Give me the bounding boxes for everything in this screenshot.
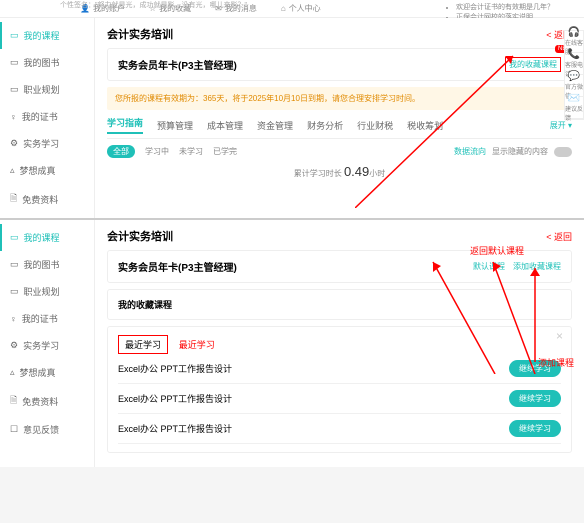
- sidebar-item-books[interactable]: ▭ 我的图书: [0, 251, 94, 278]
- recent-study-label: 最近学习: [179, 340, 215, 350]
- back-link[interactable]: < 返回: [546, 230, 572, 243]
- sidebar-2: ▭ 我的课程 ▭ 我的图书 ▭ 职业规划 ♀ 我的证书 ⚙ 实务学习 ▵ 梦想成…: [0, 220, 95, 467]
- study-tabs: 学习指南 预算管理 成本管理 资金管理 财务分析 行业财税 税收筹划 展开 ▾: [107, 116, 572, 139]
- sidebar-item-career[interactable]: ▭ 职业规划: [0, 76, 94, 103]
- continue-btn[interactable]: 继续学习: [509, 390, 561, 407]
- float-icons: 🎧在线客服 📞客服电话 💬官方微信 ✉️建议反馈: [564, 30, 584, 120]
- recent-study-box: 最近学习: [118, 335, 168, 354]
- signature: 个性签名："努力就是光，成功就是影。没有光，哪儿来影？": [60, 0, 247, 10]
- tab-fund[interactable]: 资金管理: [257, 119, 293, 132]
- filter-done[interactable]: 已学完: [213, 146, 237, 157]
- tab-guide[interactable]: 学习指南: [107, 116, 143, 134]
- page-title: 会计实务培训: [107, 228, 173, 244]
- section-2: ▭ 我的课程 ▭ 我的图书 ▭ 职业规划 ♀ 我的证书 ⚙ 实务学习 ▵ 梦想成…: [0, 218, 584, 467]
- section-1: ▭ 我的课程 ▭ 我的图书 ▭ 职业规划 ♀ 我的证书 ⚙ 实务学习 ▵ 梦想成…: [0, 18, 584, 218]
- continue-btn[interactable]: 继续学习: [509, 360, 561, 377]
- sidebar-item-free[interactable]: 🗎 免费资料: [0, 386, 94, 416]
- float-feedback[interactable]: ✉️建议反馈: [565, 97, 583, 119]
- page-title: 会计实务培训: [107, 26, 173, 42]
- member-name: 实务会员年卡(P3主管经理): [118, 259, 237, 274]
- main-2: 会计实务培训 < 返回 实务会员年卡(P3主管经理) 默认课程 添加收藏课程 我…: [95, 220, 584, 467]
- member-card-2: 实务会员年卡(P3主管经理) 默认课程 添加收藏课程: [107, 250, 572, 283]
- continue-btn[interactable]: 继续学习: [509, 420, 561, 437]
- tab-industry[interactable]: 行业财税: [357, 119, 393, 132]
- course-row: Excel办公 PPT工作报告设计继续学习: [118, 384, 561, 414]
- sidebar-item-cert[interactable]: ♀ 我的证书: [0, 305, 94, 332]
- filter-learning[interactable]: 学习中: [145, 146, 169, 157]
- course-row: Excel办公 PPT工作报告设计继续学习: [118, 354, 561, 384]
- member-card: 实务会员年卡(P3主管经理) 我的收藏课程 NEW: [107, 48, 572, 81]
- default-course-link[interactable]: 默认课程: [473, 261, 505, 272]
- hide-toggle-label: 显示隐藏的内容: [492, 146, 548, 157]
- tab-cost[interactable]: 成本管理: [207, 119, 243, 132]
- sidebar-item-cert[interactable]: ♀ 我的证书: [0, 103, 94, 130]
- sidebar-1: ▭ 我的课程 ▭ 我的图书 ▭ 职业规划 ♀ 我的证书 ⚙ 实务学习 ▵ 梦想成…: [0, 18, 95, 218]
- sidebar-item-free[interactable]: 🗎 免费资料: [0, 184, 94, 214]
- my-fav-courses-link[interactable]: 我的收藏课程: [505, 57, 561, 72]
- course-row: Excel办公 PPT工作报告设计继续学习: [118, 414, 561, 444]
- tab-budget[interactable]: 预算管理: [157, 119, 193, 132]
- sidebar-item-dream[interactable]: ▵ 梦想成真: [0, 157, 94, 184]
- tab-tax[interactable]: 税收筹划: [407, 119, 443, 132]
- fav-section: 我的收藏课程: [107, 289, 572, 320]
- tab-analysis[interactable]: 财务分析: [307, 119, 343, 132]
- sidebar-item-practice[interactable]: ⚙ 实务学习: [0, 130, 94, 157]
- sidebar-item-dream[interactable]: ▵ 梦想成真: [0, 359, 94, 386]
- sidebar-item-practice[interactable]: ⚙ 实务学习: [0, 332, 94, 359]
- add-fav-link[interactable]: 添加收藏课程: [513, 261, 561, 272]
- expiry-notice: 您所报的课程有效期为：365天，将于2025年10月10日到期，请您合理安排学习…: [107, 87, 572, 110]
- nav-center[interactable]: ⌂ 个人中心: [281, 3, 321, 14]
- close-icon[interactable]: ×: [556, 329, 563, 343]
- sidebar-item-books[interactable]: ▭ 我的图书: [0, 49, 94, 76]
- hide-toggle[interactable]: [554, 147, 572, 157]
- recent-section: × 最近学习 最近学习 Excel办公 PPT工作报告设计继续学习 Excel办…: [107, 326, 572, 453]
- member-name: 实务会员年卡(P3主管经理): [118, 57, 237, 72]
- sidebar-item-courses[interactable]: ▭ 我的课程: [0, 22, 94, 49]
- filter-row: 全部 学习中 未学习 已学完 数据流向 显示隐藏的内容: [107, 145, 572, 158]
- data-flow-link[interactable]: 数据流向: [454, 146, 486, 157]
- main-1: 会计实务培训 < 返回 实务会员年卡(P3主管经理) 我的收藏课程 NEW 您所…: [95, 18, 584, 218]
- sidebar-item-feedback[interactable]: ☐ 意见反馈: [0, 416, 94, 443]
- study-time: 累计学习时长 0.49小时: [107, 164, 572, 179]
- top-nav: 个性签名："努力就是光，成功就是影。没有光，哪儿来影？" 👤 我的账户 ☆ 我的…: [0, 0, 584, 18]
- filter-all[interactable]: 全部: [107, 145, 135, 158]
- sidebar-item-career[interactable]: ▭ 职业规划: [0, 278, 94, 305]
- sidebar-item-courses[interactable]: ▭ 我的课程: [0, 224, 94, 251]
- filter-notstarted[interactable]: 未学习: [179, 146, 203, 157]
